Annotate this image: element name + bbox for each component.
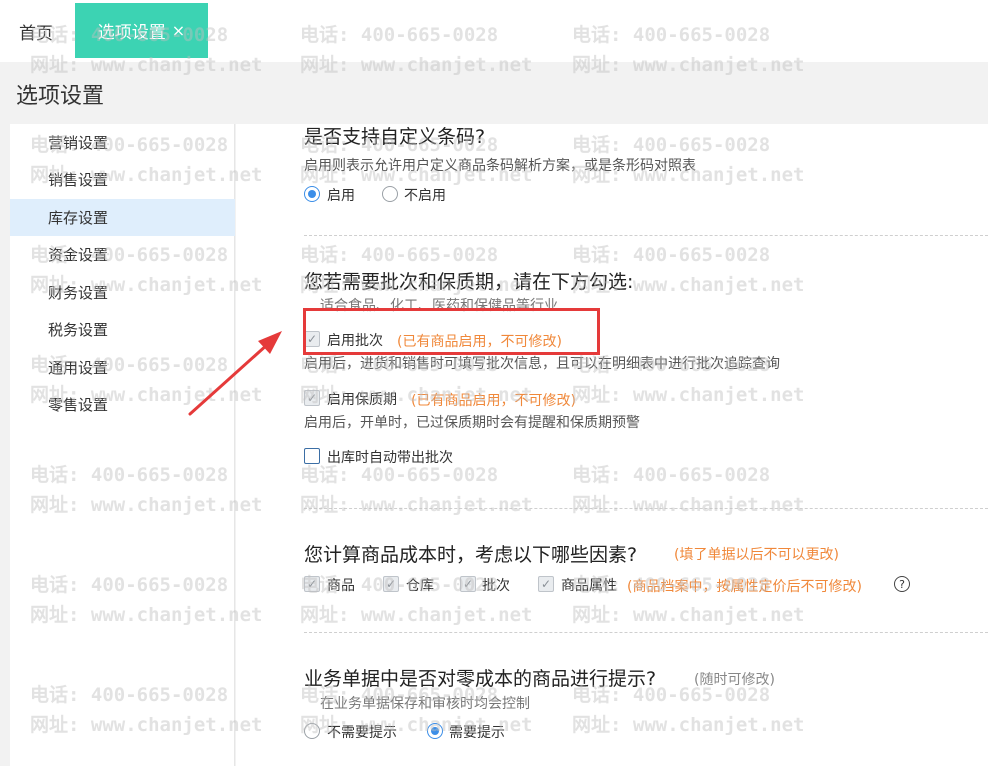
sidebar-item-sales[interactable]: 销售设置 [10,161,235,198]
settings-panel: 是否支持自定义条码? 启用则表示允许用户定义商品条码解析方案，或是条形码对照表 … [236,124,988,766]
enable-shelf-life-hint: (已有商品启用，不可修改) [411,393,576,409]
tab-options-settings[interactable]: 选项设置 × [75,3,208,58]
cost-attribute-hint: (商品档案中，按属性定价后不可修改) [627,579,862,595]
divider [304,632,988,633]
enable-shelf-life-checkbox[interactable]: ✓ [304,390,320,406]
need-prompt-radio[interactable] [427,723,443,739]
sidebar-item-finance[interactable]: 财务设置 [10,274,235,311]
cost-batch-label[interactable]: 批次 [482,575,510,595]
cost-warehouse-checkbox[interactable]: ✓ [383,576,399,592]
auto-batch-label[interactable]: 出库时自动带出批次 [327,447,453,467]
no-prompt-label[interactable]: 不需要提示 [327,722,397,742]
enable-shelf-life-label[interactable]: 启用保质期 [327,389,397,409]
sidebar-item-funds[interactable]: 资金设置 [10,236,235,273]
cost-attribute-checkbox[interactable]: ✓ [538,576,554,592]
cost-product-checkbox[interactable]: ✓ [304,576,320,592]
enable-shelf-life-desc: 启用后，开单时，已过保质期时会有提醒和保质期预警 [304,415,640,431]
barcode-enable-label[interactable]: 启用 [327,185,355,205]
help-icon[interactable]: ? [894,576,910,592]
page-title: 选项设置 [16,84,105,109]
enable-batch-hint: (已有商品启用，不可修改) [397,334,562,350]
sidebar-item-tax[interactable]: 税务设置 [10,311,235,348]
barcode-disable-label[interactable]: 不启用 [404,185,446,205]
barcode-section-desc: 启用则表示允许用户定义商品条码解析方案，或是条形码对照表 [304,158,696,174]
cost-warehouse-label[interactable]: 仓库 [406,575,434,595]
auto-batch-checkbox[interactable]: ✓ [304,448,320,464]
sidebar-item-retail[interactable]: 零售设置 [10,386,235,423]
close-icon[interactable]: × [172,21,185,40]
zero-cost-section-hint: (随时可修改) [694,672,775,688]
barcode-section-title: 是否支持自定义条码? [304,126,486,148]
sidebar-item-general[interactable]: 通用设置 [10,349,235,386]
enable-batch-desc: 启用后，进货和销售时可填写批次信息，且可以在明细表中进行批次追踪查询 [304,356,780,372]
cost-section-hint: (填了单据以后不可以更改) [674,547,839,563]
cost-attribute-label[interactable]: 商品属性 [561,575,617,595]
need-prompt-label[interactable]: 需要提示 [449,722,505,742]
sidebar: 营销设置 销售设置 库存设置 资金设置 财务设置 税务设置 通用设置 零售设置 [10,124,235,766]
cost-section-title: 您计算商品成本时，考虑以下哪些因素? [304,544,638,566]
tab-bar: 首页 选项设置 × [0,0,988,62]
tab-home[interactable]: 首页 [0,0,72,62]
divider [304,508,988,509]
no-prompt-radio[interactable] [304,723,320,739]
zero-cost-section-title: 业务单据中是否对零成本的商品进行提示? [304,668,657,690]
barcode-enable-radio[interactable] [304,186,320,202]
enable-batch-checkbox[interactable]: ✓ [304,331,320,347]
batch-section-title: 您若需要批次和保质期，请在下方勾选: [304,271,634,293]
barcode-disable-radio[interactable] [382,186,398,202]
divider [304,235,988,236]
tab-options-settings-label: 选项设置 [97,23,166,43]
sidebar-item-marketing[interactable]: 营销设置 [10,124,235,161]
cost-batch-checkbox[interactable]: ✓ [460,576,476,592]
enable-batch-label[interactable]: 启用批次 [327,330,383,350]
sidebar-item-inventory[interactable]: 库存设置 [10,199,235,236]
cost-product-label[interactable]: 商品 [327,575,355,595]
batch-section-subtitle: 适合食品、化工、医药和保健品等行业 [320,298,558,314]
zero-cost-section-subtitle: 在业务单据保存和审核时均会控制 [320,696,530,712]
